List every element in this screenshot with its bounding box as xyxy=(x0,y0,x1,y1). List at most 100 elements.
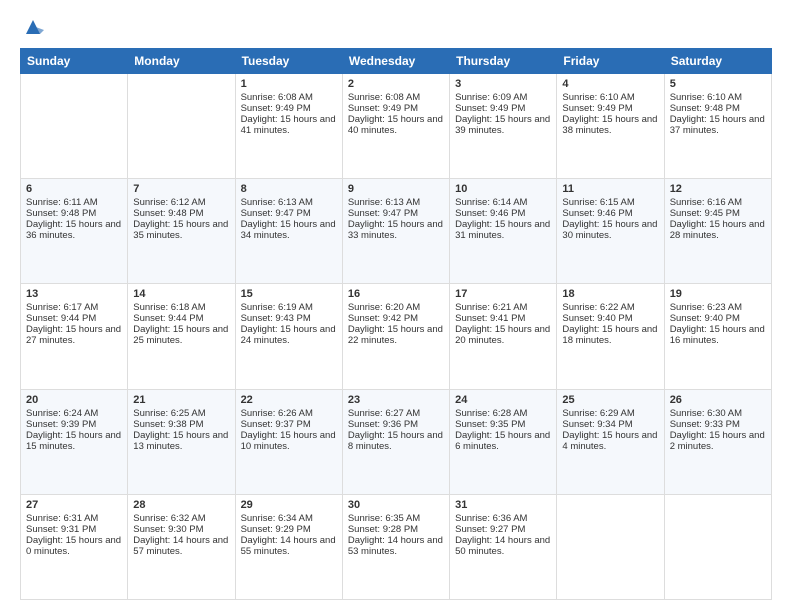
calendar-week-row: 6Sunrise: 6:11 AMSunset: 9:48 PMDaylight… xyxy=(21,179,772,284)
day-number: 20 xyxy=(26,394,122,406)
calendar-cell: 10Sunrise: 6:14 AMSunset: 9:46 PMDayligh… xyxy=(450,179,557,284)
sunset-text: Sunset: 9:35 PM xyxy=(455,419,551,430)
sunrise-text: Sunrise: 6:31 AM xyxy=(26,513,122,524)
calendar-cell: 23 Sunrise: 6:27 AMSunset: 9:36 PMDayligh… xyxy=(342,389,449,494)
calendar-cell: 28Sunrise: 6:32 AMSunset: 9:30 PMDayligh… xyxy=(128,494,235,599)
sunset-text: Sunset: 9:31 PM xyxy=(26,524,122,535)
calendar-cell: 26Sunrise: 6:30 AMSunset: 9:33 PMDayligh… xyxy=(664,389,771,494)
day-number: 28 xyxy=(133,499,229,511)
calendar-cell: 5Sunrise: 6:10 AMSunset: 9:48 PMDaylight… xyxy=(664,74,771,179)
sunrise-text: Sunrise: 6:19 AM xyxy=(241,302,337,313)
daylight-text: Daylight: 14 hours and 55 minutes. xyxy=(241,535,337,557)
calendar-cell: 27 Sunrise: 6:31 AMSunset: 9:31 PMDayligh… xyxy=(21,494,128,599)
sunrise-text: Sunrise: 6:18 AM xyxy=(133,302,229,313)
header xyxy=(20,16,772,38)
sunset-text: Sunset: 9:42 PM xyxy=(348,313,444,324)
col-header-friday: Friday xyxy=(557,49,664,74)
calendar-cell: 6Sunrise: 6:11 AMSunset: 9:48 PMDaylight… xyxy=(21,179,128,284)
sunrise-text: Sunrise: 6:25 AM xyxy=(133,408,229,419)
day-number: 27 xyxy=(26,499,122,511)
daylight-text: Daylight: 15 hours and 24 minutes. xyxy=(241,324,337,346)
sunset-text: Sunset: 9:49 PM xyxy=(455,103,551,114)
calendar-cell: 22Sunrise: 6:26 AMSunset: 9:37 PMDayligh… xyxy=(235,389,342,494)
calendar-cell: 7Sunrise: 6:12 AMSunset: 9:48 PMDaylight… xyxy=(128,179,235,284)
sunset-text: Sunset: 9:33 PM xyxy=(670,419,766,430)
day-number: 22 xyxy=(241,394,337,406)
sunset-text: Sunset: 9:47 PM xyxy=(241,208,337,219)
sunset-text: Sunset: 9:43 PM xyxy=(241,313,337,324)
daylight-text: Daylight: 15 hours and 25 minutes. xyxy=(133,324,229,346)
sunrise-text: Sunrise: 6:14 AM xyxy=(455,197,551,208)
calendar-cell: 18Sunrise: 6:22 AMSunset: 9:40 PMDayligh… xyxy=(557,284,664,389)
calendar-cell: 16Sunrise: 6:20 AMSunset: 9:42 PMDayligh… xyxy=(342,284,449,389)
sunset-text: Sunset: 9:48 PM xyxy=(133,208,229,219)
sunset-text: Sunset: 9:29 PM xyxy=(241,524,337,535)
day-number: 7 xyxy=(133,183,229,195)
sunset-text: Sunset: 9:46 PM xyxy=(455,208,551,219)
calendar-cell: 25Sunrise: 6:29 AMSunset: 9:34 PMDayligh… xyxy=(557,389,664,494)
calendar-cell: 17Sunrise: 6:21 AMSunset: 9:41 PMDayligh… xyxy=(450,284,557,389)
sunset-text: Sunset: 9:30 PM xyxy=(133,524,229,535)
sunset-text: Sunset: 9:39 PM xyxy=(26,419,122,430)
daylight-text: Daylight: 15 hours and 6 minutes. xyxy=(455,430,551,452)
sunset-text: Sunset: 9:37 PM xyxy=(241,419,337,430)
day-number: 5 xyxy=(670,78,766,90)
daylight-text: Daylight: 14 hours and 50 minutes. xyxy=(455,535,551,557)
day-number: 12 xyxy=(670,183,766,195)
calendar-cell: 21Sunrise: 6:25 AMSunset: 9:38 PMDayligh… xyxy=(128,389,235,494)
logo xyxy=(20,16,44,38)
calendar-cell: 1Sunrise: 6:08 AMSunset: 9:49 PMDaylight… xyxy=(235,74,342,179)
day-number: 14 xyxy=(133,288,229,300)
daylight-text: Daylight: 14 hours and 53 minutes. xyxy=(348,535,444,557)
sunrise-text: Sunrise: 6:30 AM xyxy=(670,408,766,419)
sunrise-text: Sunrise: 6:23 AM xyxy=(670,302,766,313)
day-number: 11 xyxy=(562,183,658,195)
day-number: 23 xyxy=(348,394,444,406)
calendar-cell: 8Sunrise: 6:13 AMSunset: 9:47 PMDaylight… xyxy=(235,179,342,284)
daylight-text: Daylight: 15 hours and 16 minutes. xyxy=(670,324,766,346)
calendar-cell: 12Sunrise: 6:16 AMSunset: 9:45 PMDayligh… xyxy=(664,179,771,284)
daylight-text: Daylight: 15 hours and 0 minutes. xyxy=(26,535,122,557)
page: SundayMondayTuesdayWednesdayThursdayFrid… xyxy=(0,0,792,612)
day-number: 6 xyxy=(26,183,122,195)
calendar-header-row: SundayMondayTuesdayWednesdayThursdayFrid… xyxy=(21,49,772,74)
daylight-text: Daylight: 15 hours and 4 minutes. xyxy=(562,430,658,452)
calendar-cell: 3Sunrise: 6:09 AMSunset: 9:49 PMDaylight… xyxy=(450,74,557,179)
calendar-cell: 31Sunrise: 6:36 AMSunset: 9:27 PMDayligh… xyxy=(450,494,557,599)
sunrise-text: Sunrise: 6:10 AM xyxy=(562,92,658,103)
day-number: 9 xyxy=(348,183,444,195)
day-number: 21 xyxy=(133,394,229,406)
day-number: 29 xyxy=(241,499,337,511)
daylight-text: Daylight: 15 hours and 15 minutes. xyxy=(26,430,122,452)
sunrise-text: Sunrise: 6:27 AM xyxy=(348,408,444,419)
daylight-text: Daylight: 15 hours and 36 minutes. xyxy=(26,219,122,241)
sunset-text: Sunset: 9:45 PM xyxy=(670,208,766,219)
sunrise-text: Sunrise: 6:13 AM xyxy=(348,197,444,208)
calendar-week-row: 20Sunrise: 6:24 AMSunset: 9:39 PMDayligh… xyxy=(21,389,772,494)
daylight-text: Daylight: 15 hours and 20 minutes. xyxy=(455,324,551,346)
day-number: 2 xyxy=(348,78,444,90)
daylight-text: Daylight: 15 hours and 18 minutes. xyxy=(562,324,658,346)
sunrise-text: Sunrise: 6:17 AM xyxy=(26,302,122,313)
day-number: 17 xyxy=(455,288,551,300)
sunset-text: Sunset: 9:49 PM xyxy=(562,103,658,114)
sunrise-text: Sunrise: 6:22 AM xyxy=(562,302,658,313)
sunset-text: Sunset: 9:48 PM xyxy=(26,208,122,219)
sunset-text: Sunset: 9:44 PM xyxy=(133,313,229,324)
daylight-text: Daylight: 15 hours and 30 minutes. xyxy=(562,219,658,241)
daylight-text: Daylight: 15 hours and 8 minutes. xyxy=(348,430,444,452)
day-number: 4 xyxy=(562,78,658,90)
sunrise-text: Sunrise: 6:36 AM xyxy=(455,513,551,524)
sunrise-text: Sunrise: 6:12 AM xyxy=(133,197,229,208)
col-header-monday: Monday xyxy=(128,49,235,74)
daylight-text: Daylight: 15 hours and 28 minutes. xyxy=(670,219,766,241)
sunset-text: Sunset: 9:36 PM xyxy=(348,419,444,430)
calendar-table: SundayMondayTuesdayWednesdayThursdayFrid… xyxy=(20,48,772,600)
sunset-text: Sunset: 9:27 PM xyxy=(455,524,551,535)
sunrise-text: Sunrise: 6:08 AM xyxy=(241,92,337,103)
daylight-text: Daylight: 15 hours and 38 minutes. xyxy=(562,114,658,136)
col-header-tuesday: Tuesday xyxy=(235,49,342,74)
calendar-cell xyxy=(557,494,664,599)
sunset-text: Sunset: 9:40 PM xyxy=(670,313,766,324)
calendar-cell: 2Sunrise: 6:08 AMSunset: 9:49 PMDaylight… xyxy=(342,74,449,179)
